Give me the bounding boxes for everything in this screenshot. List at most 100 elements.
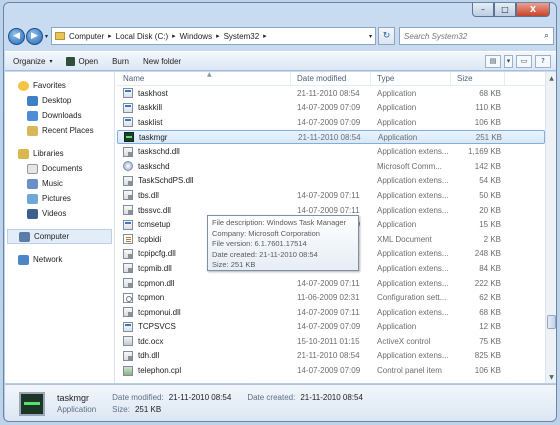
taskmgr-large-icon [19,391,45,416]
scroll-up-icon[interactable]: ▲ [546,72,556,84]
nav-pictures[interactable]: Pictures [5,191,114,206]
nav-downloads[interactable]: Downloads [5,108,114,123]
file-type: XML Document [377,234,432,244]
file-name-cell: TaskSchdPS.dll [117,175,291,186]
computer-icon [19,231,30,242]
file-name: tcpmon [138,293,165,303]
breadcrumb-computer[interactable]: Computer [69,32,104,41]
nav-recent-places[interactable]: Recent Places [5,123,114,138]
details-created-value: 21-11-2010 08:54 [300,392,363,402]
navigation-pane: Favorites Desktop Downloads Recent Place… [5,72,115,383]
file-size: 222 KB [474,278,501,288]
file-icon [123,350,133,361]
view-options-chevron-icon[interactable]: ▾ [504,54,513,68]
search-box[interactable]: ⌕ [399,27,554,45]
nav-libraries[interactable]: Libraries [5,146,114,161]
close-button[interactable]: X [516,3,550,17]
column-date-modified[interactable]: Date modified [291,72,371,86]
file-row[interactable]: tcpmon 11-06-2009 02:31 Configuration sett… [117,290,545,305]
file-type: ActiveX control [377,336,431,346]
burn-button[interactable]: Burn [112,57,129,66]
file-icon [123,146,133,157]
maximize-button[interactable]: □ [494,3,516,17]
file-type: Application [377,220,417,230]
file-size: 62 KB [479,293,501,303]
file-row[interactable]: tasklist 14-07-2009 07:09 Application 106 K… [117,115,545,130]
column-type[interactable]: Type [371,72,451,86]
file-row[interactable]: tcpmon.dll 14-07-2009 07:11 Application ex… [117,276,545,291]
file-row[interactable]: tcpmonui.dll 14-07-2009 07:11 Application … [117,305,545,320]
breadcrumb-separator-icon[interactable]: ▸ [108,32,112,40]
details-modified-value: 21-11-2010 08:54 [168,392,232,402]
minimize-button[interactable]: – [472,3,494,17]
recent-pages-dropdown[interactable]: ▾ [45,33,48,40]
breadcrumb-local-disk[interactable]: Local Disk (C:) [116,32,168,41]
file-row[interactable]: taskschd.dll Application extens... 1,169 K… [117,144,545,159]
new-folder-button[interactable]: New folder [143,57,181,66]
open-button[interactable]: Open [66,56,98,66]
file-name-cell: tasklist [117,117,291,128]
forward-button[interactable]: ▶ [26,27,43,45]
file-icon [123,307,133,318]
breadcrumb-separator-icon[interactable]: ▸ [172,32,176,40]
file-name-cell: TCPSVCS [117,321,291,332]
change-view-icon[interactable]: ▤ [485,54,501,68]
back-button[interactable]: ◀ [8,27,25,45]
file-type: Application [377,117,417,127]
file-name-cell: taskschd [117,161,291,172]
details-properties: Date modified: 21-11-2010 08:54 Size: 25… [112,392,231,416]
file-name: tcpbidi [138,234,162,244]
file-row[interactable]: TaskSchdPS.dll Application extens... 54 KB [117,174,545,189]
file-row[interactable]: tdh.dll 21-11-2010 08:54 Application exten… [117,349,545,364]
vertical-scrollbar[interactable]: ▲ ▼ [545,72,556,383]
file-icon [124,132,134,143]
nav-pictures-label: Pictures [42,194,71,203]
nav-videos[interactable]: Videos [5,206,114,221]
breadcrumb-windows[interactable]: Windows [180,32,212,41]
organize-button[interactable]: Organize ▾ [13,57,52,66]
scrollbar-thumb[interactable] [547,315,556,329]
nav-network[interactable]: Network [5,252,114,267]
preview-pane-icon[interactable]: ▭ [516,54,532,68]
file-icon [123,248,133,259]
breadcrumb-system32[interactable]: System32 [224,32,260,41]
nav-music[interactable]: Music [5,176,114,191]
address-dropdown-icon[interactable]: ▾ [369,33,372,40]
file-row[interactable]: tdc.ocx 15-10-2011 01:15 ActiveX control 75… [117,334,545,349]
file-size: 68 KB [479,307,501,317]
nav-documents[interactable]: Documents [5,161,114,176]
breadcrumb-separator-icon[interactable]: ▸ [216,32,220,40]
file-name: tdh.dll [138,351,160,361]
file-type: Application [377,88,417,98]
nav-music-label: Music [42,179,63,188]
file-row[interactable]: taskhost 21-11-2010 08:54 Application 68 KB [117,86,545,101]
file-row[interactable]: taskschd Microsoft Comm... 142 KB [117,159,545,174]
file-row[interactable]: TCPSVCS 14-07-2009 07:09 Application 12 KB [117,320,545,335]
nav-favorites[interactable]: Favorites [5,78,114,93]
file-name-cell: taskkill [117,102,291,113]
address-bar[interactable]: Computer ▸ Local Disk (C:) ▸ Windows ▸ S… [51,27,376,45]
breadcrumb-separator-icon[interactable]: ▸ [263,32,267,40]
column-name[interactable]: Name [117,72,291,86]
file-icon [123,175,133,186]
column-size[interactable]: Size [451,72,505,86]
search-icon[interactable]: ⌕ [544,31,549,41]
file-size: 2 KB [483,234,501,244]
nav-downloads-label: Downloads [42,111,82,120]
file-row[interactable]: telephon.cpl 14-07-2009 07:09 Control pane… [117,363,545,378]
network-icon [18,254,29,265]
file-row[interactable]: taskmgr 21-11-2010 08:54 Application 251 KB [117,129,545,145]
file-size: 106 KB [474,117,501,127]
nav-desktop[interactable]: Desktop [5,93,114,108]
file-name-cell: tdh.dll [117,350,291,361]
file-size: 20 KB [479,205,501,215]
nav-computer[interactable]: Computer [7,229,112,244]
file-date: 21-11-2010 08:54 [297,351,360,361]
file-row[interactable]: tbs.dll 14-07-2009 07:11 Application exten… [117,188,545,203]
scroll-down-icon[interactable]: ▼ [546,371,556,383]
file-row[interactable]: taskkill 14-07-2009 07:09 Application 110 K… [117,101,545,116]
help-icon[interactable]: ? [535,54,551,68]
file-icon [123,263,133,274]
search-input[interactable] [404,31,534,41]
refresh-button[interactable]: ↻ [378,27,395,45]
